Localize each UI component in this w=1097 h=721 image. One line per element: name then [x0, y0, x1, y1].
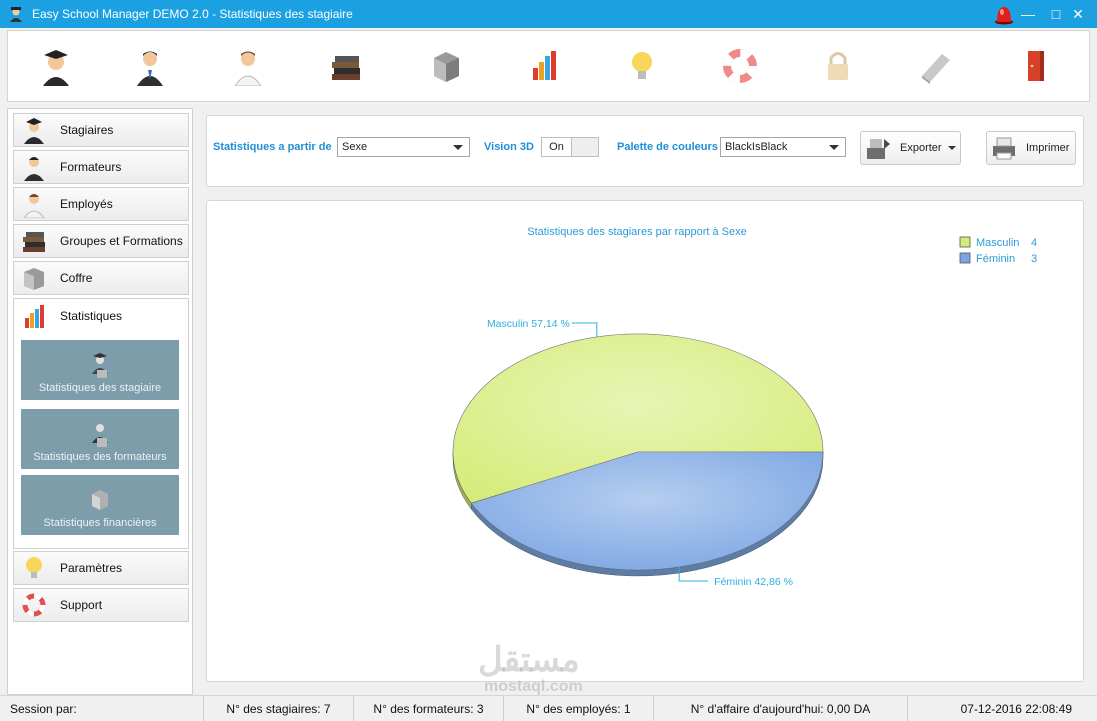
submenu-label: Statistiques des formateurs: [33, 451, 167, 463]
safe-icon: [24, 268, 44, 290]
title-bar: Easy School Manager DEMO 2.0 - Statistiq…: [0, 0, 1097, 28]
nav-item-groupes-formations[interactable]: Groupes et Formations: [13, 224, 189, 258]
safe-stats-icon: [92, 490, 108, 510]
print-label: Imprimer: [1026, 142, 1070, 154]
window-title: Easy School Manager DEMO 2.0 - Statistiq…: [32, 7, 353, 21]
pie-slice-label: Féminin 42,86 %: [714, 576, 793, 588]
alarm-icon[interactable]: [993, 3, 1015, 25]
legend-value: 3: [1031, 253, 1037, 265]
nav-item-label: Paramètres: [60, 561, 123, 575]
export-icon: [867, 139, 890, 159]
legend-value: 4: [1031, 237, 1037, 249]
session-status: Session par:: [4, 696, 204, 721]
safe-icon[interactable]: [426, 46, 466, 86]
stats-source-select[interactable]: Sexe: [337, 137, 470, 157]
pie-leader-line: [571, 322, 598, 337]
nav-item-employes[interactable]: Employés: [13, 187, 189, 221]
stats-source-value: Sexe: [342, 141, 368, 153]
status-bar: Session par: N° des stagiaires: 7 N° des…: [0, 695, 1097, 721]
affaire-amount: N° d'affaire d'aujourd'hui: 0,00 DA: [654, 696, 908, 721]
stats-source-label: Statistiques a partir de: [213, 141, 332, 153]
nav-item-label: Groupes et Formations: [60, 234, 183, 248]
graduate-stats-icon: [92, 353, 108, 378]
chevron-down-icon: [453, 145, 463, 150]
legend-swatch: [959, 252, 971, 264]
statistiques-submenu: Statistiques des stagiaire Statistiques …: [13, 332, 189, 549]
close-button[interactable]: ✕: [1066, 0, 1090, 28]
print-button[interactable]: Imprimer: [986, 131, 1076, 165]
lock-icon[interactable]: [818, 46, 858, 86]
submenu-statistiques-formateurs[interactable]: Statistiques des formateurs: [21, 409, 179, 469]
legend-label: Masculin: [976, 237, 1019, 249]
nav-item-statistiques[interactable]: Statistiques: [13, 298, 189, 332]
nav-item-label: Coffre: [60, 271, 93, 285]
main-toolbar: [7, 30, 1090, 102]
nav-item-label: Statistiques: [60, 308, 123, 323]
chart-icon: [25, 304, 44, 328]
nav-item-label: Formateurs: [60, 160, 122, 174]
chevron-down-icon: [829, 145, 839, 150]
submenu-label: Statistiques financières: [43, 517, 157, 529]
export-label: Exporter: [900, 142, 942, 154]
app-graduate-icon: [10, 7, 22, 22]
chart-icon[interactable]: [524, 46, 564, 86]
vision-3d-toggle[interactable]: On: [541, 137, 599, 157]
submenu-label: Statistiques des stagiaire: [38, 382, 162, 394]
watermark-latin: mostaql.com: [484, 678, 583, 695]
teacher-icon: [24, 157, 44, 181]
watermark-arabic: مستقل: [478, 641, 580, 679]
nav-item-coffre[interactable]: Coffre: [13, 261, 189, 295]
nav-item-stagiaires[interactable]: Stagiaires: [13, 113, 189, 147]
export-button[interactable]: Exporter: [860, 131, 961, 165]
nav-item-parametres[interactable]: Paramètres: [13, 551, 189, 585]
nav-item-support[interactable]: Support: [13, 588, 189, 622]
bulb-icon[interactable]: [622, 46, 662, 86]
left-navigation: Stagiaires Formateurs Employés Groupes e…: [7, 108, 193, 695]
printer-icon: [993, 137, 1015, 160]
pie-slice-label: Masculin 57,14 %: [487, 318, 570, 330]
employes-count: N° des employés: 1: [504, 696, 654, 721]
employee-icon: [23, 194, 45, 218]
chart-title: Statistiques des stagiares par rapport à…: [527, 226, 747, 238]
stagiaires-count: N° des stagiaires: 7: [204, 696, 354, 721]
datetime: 07-12-2016 22:08:49: [960, 701, 1072, 716]
graduate-icon[interactable]: [36, 46, 76, 86]
teacher-stats-icon: [92, 424, 108, 447]
bulb-icon: [26, 557, 42, 578]
pie-chart: Statistiques des stagiares par rapport à…: [452, 226, 1037, 588]
books-icon: [23, 232, 45, 252]
teacher-icon[interactable]: [130, 46, 170, 86]
minimize-button[interactable]: —: [1016, 0, 1040, 28]
lifebuoy-icon[interactable]: [720, 46, 760, 86]
vision-3d-label: Vision 3D: [484, 141, 534, 153]
formateurs-count: N° des formateurs: 3: [354, 696, 504, 721]
toggle-on-label: On: [542, 138, 572, 156]
submenu-statistiques-stagiaire[interactable]: Statistiques des stagiaire: [21, 340, 179, 400]
books-icon[interactable]: [326, 46, 366, 86]
nav-item-label: Support: [60, 598, 103, 612]
palette-label: Palette de couleurs: [617, 141, 718, 153]
maximize-button[interactable]: □: [1044, 0, 1068, 28]
palette-select[interactable]: BlackIsBlack: [720, 137, 846, 157]
graduate-icon: [24, 118, 44, 144]
nav-item-formateurs[interactable]: Formateurs: [13, 150, 189, 184]
nav-item-label: Stagiaires: [60, 123, 114, 137]
legend-swatch: [959, 236, 971, 248]
chevron-down-icon: [947, 146, 956, 150]
nav-item-label: Employés: [60, 197, 113, 211]
lifebuoy-icon: [22, 593, 46, 617]
legend-label: Féminin: [976, 253, 1015, 265]
watermark: مستقل mostaql.com: [478, 642, 583, 696]
employee-icon[interactable]: [228, 46, 268, 86]
keyboard-icon[interactable]: [916, 46, 956, 86]
palette-value: BlackIsBlack: [725, 141, 788, 153]
submenu-statistiques-financieres[interactable]: Statistiques financières: [21, 475, 179, 535]
exit-door-icon[interactable]: [1016, 46, 1056, 86]
